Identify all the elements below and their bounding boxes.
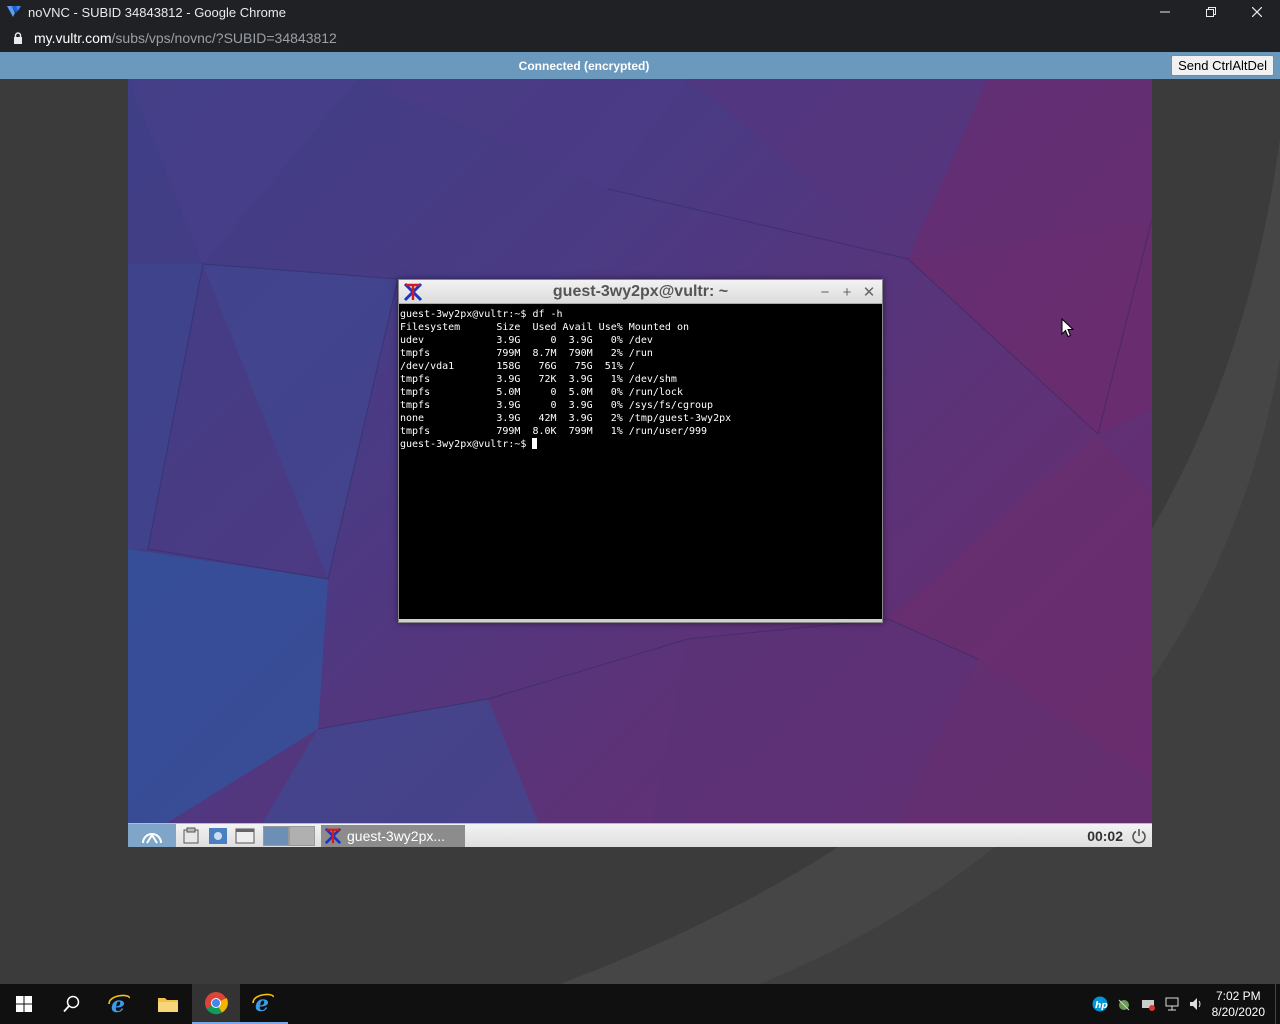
clock-time: 7:02 PM — [1215, 989, 1261, 1003]
network-icon — [209, 827, 227, 844]
start-button[interactable] — [0, 984, 48, 1024]
desktop-pager[interactable] — [263, 825, 315, 846]
network-launcher[interactable] — [206, 826, 230, 846]
browser-titlebar: noVNC - SUBID 34843812 - Google Chrome — [0, 0, 1280, 24]
terminal-bottom-border — [399, 619, 882, 622]
search-button[interactable] — [48, 984, 96, 1024]
terminal-line: udev 3.9G 0 3.9G 0% /dev — [400, 335, 653, 346]
restore-button[interactable] — [1188, 0, 1234, 24]
desktop-1[interactable] — [263, 825, 289, 846]
folder-icon — [158, 998, 178, 1012]
svg-text:hp: hp — [1095, 1001, 1108, 1011]
close-icon — [1252, 7, 1262, 17]
internet-explorer-icon: e — [108, 992, 130, 1016]
vultr-logo-icon — [7, 6, 21, 17]
network-status-icon[interactable] — [1116, 996, 1132, 1012]
restore-icon — [1206, 7, 1216, 17]
terminal-line: tmpfs 799M 8.0K 799M 1% /run/user/999 — [400, 426, 708, 437]
terminal-minimize-icon[interactable]: − — [818, 284, 832, 301]
close-button[interactable] — [1234, 0, 1280, 24]
terminal-output[interactable]: guest-3wy2px@vultr:~$ df -h Filesystem Si… — [400, 308, 882, 619]
window-launcher[interactable] — [233, 826, 257, 846]
remote-clock[interactable]: 00:02 — [1087, 828, 1123, 844]
remote-desktop[interactable]: guest-3wy2px@vultr: ~ − + ✕ guest-3wy2px… — [128, 79, 1152, 847]
menu-logo-icon — [142, 832, 162, 844]
text-cursor — [532, 438, 538, 449]
chrome-icon — [205, 992, 228, 1015]
windows-logo-icon — [16, 996, 32, 1012]
terminal-line: tmpfs 3.9G 0 3.9G 0% /sys/fs/cgroup — [400, 400, 714, 411]
remote-taskbar: guest-3wy2px... 00:02 — [128, 823, 1152, 847]
taskbar-terminal-item[interactable]: guest-3wy2px... — [321, 824, 465, 847]
terminal-prompt: guest-3wy2px@vultr:~$ — [400, 439, 533, 450]
url-host: my.vultr.com — [34, 30, 112, 46]
clock-date: 8/20/2020 — [1211, 1005, 1265, 1019]
url-path: /subs/vps/novnc/?SUBID=34843812 — [111, 30, 337, 46]
terminal-window[interactable]: guest-3wy2px@vultr: ~ − + ✕ guest-3wy2px… — [398, 279, 883, 623]
address-bar[interactable]: my.vultr.com/subs/vps/novnc/?SUBID=34843… — [0, 24, 1280, 52]
system-clock[interactable]: 7:02 PM 8/20/2020 — [1212, 988, 1265, 1020]
terminal-line: /dev/vda1 158G 76G 75G 51% / — [400, 361, 635, 372]
hp-icon[interactable]: hp — [1092, 996, 1108, 1012]
lxqt-menu-button[interactable] — [128, 823, 176, 847]
terminal-title: guest-3wy2px@vultr: ~ — [552, 283, 729, 300]
internet-explorer-button[interactable]: e — [96, 984, 144, 1024]
internet-explorer-open-button[interactable]: e — [240, 984, 288, 1024]
terminal-line: Filesystem Size Used Avail Use% Mounted … — [400, 322, 689, 333]
terminal-line: tmpfs 799M 8.7M 790M 2% /run — [400, 348, 653, 359]
terminal-line: guest-3wy2px@vultr:~$ df -h — [400, 309, 563, 320]
terminal-maximize-icon[interactable]: + — [840, 284, 854, 301]
terminal-line: tmpfs 5.0M 0 5.0M 0% /run/lock — [400, 387, 683, 398]
desktop-2[interactable] — [289, 825, 315, 846]
system-tray: hp — [1092, 996, 1204, 1012]
taskbar-item-label: guest-3wy2px... — [347, 827, 446, 844]
device-icon[interactable] — [1140, 996, 1156, 1012]
power-button[interactable] — [1129, 826, 1149, 846]
window-title: noVNC - SUBID 34843812 - Google Chrome — [28, 4, 286, 20]
minimize-button[interactable] — [1142, 0, 1188, 24]
power-icon — [1132, 828, 1146, 843]
lock-icon[interactable] — [13, 32, 25, 44]
terminal-prompt-line: guest-3wy2px@vultr:~$ — [400, 438, 882, 451]
ethernet-icon[interactable] — [1164, 996, 1180, 1012]
file-manager-icon — [183, 827, 199, 843]
internet-explorer-icon: e — [252, 991, 274, 1015]
send-ctrl-alt-del-button[interactable]: Send CtrlAltDel — [1171, 55, 1274, 76]
chrome-button[interactable] — [192, 984, 240, 1024]
mouse-pointer-icon — [1061, 318, 1074, 338]
terminal-titlebar[interactable]: guest-3wy2px@vultr: ~ − + ✕ — [399, 280, 882, 304]
window-icon — [235, 828, 255, 843]
windows-taskbar: e e hp 7:02 PM 8/20/2020 — [0, 984, 1280, 1024]
xterm-icon — [324, 827, 342, 844]
volume-icon[interactable] — [1188, 996, 1204, 1012]
terminal-close-icon[interactable]: ✕ — [862, 283, 876, 301]
terminal-line: none 3.9G 42M 3.9G 2% /tmp/guest-3wy2px — [400, 413, 732, 424]
novnc-status-bar: Connected (encrypted) Send CtrlAltDel — [0, 52, 1280, 79]
connection-status: Connected (encrypted) — [518, 59, 650, 73]
file-explorer-button[interactable] — [144, 984, 192, 1024]
terminal-line: tmpfs 3.9G 72K 3.9G 1% /dev/shm — [400, 374, 677, 385]
file-manager-launcher[interactable] — [179, 826, 203, 846]
search-icon — [63, 995, 80, 1013]
minimize-icon — [1160, 11, 1170, 13]
show-desktop-button[interactable] — [1275, 984, 1280, 1024]
